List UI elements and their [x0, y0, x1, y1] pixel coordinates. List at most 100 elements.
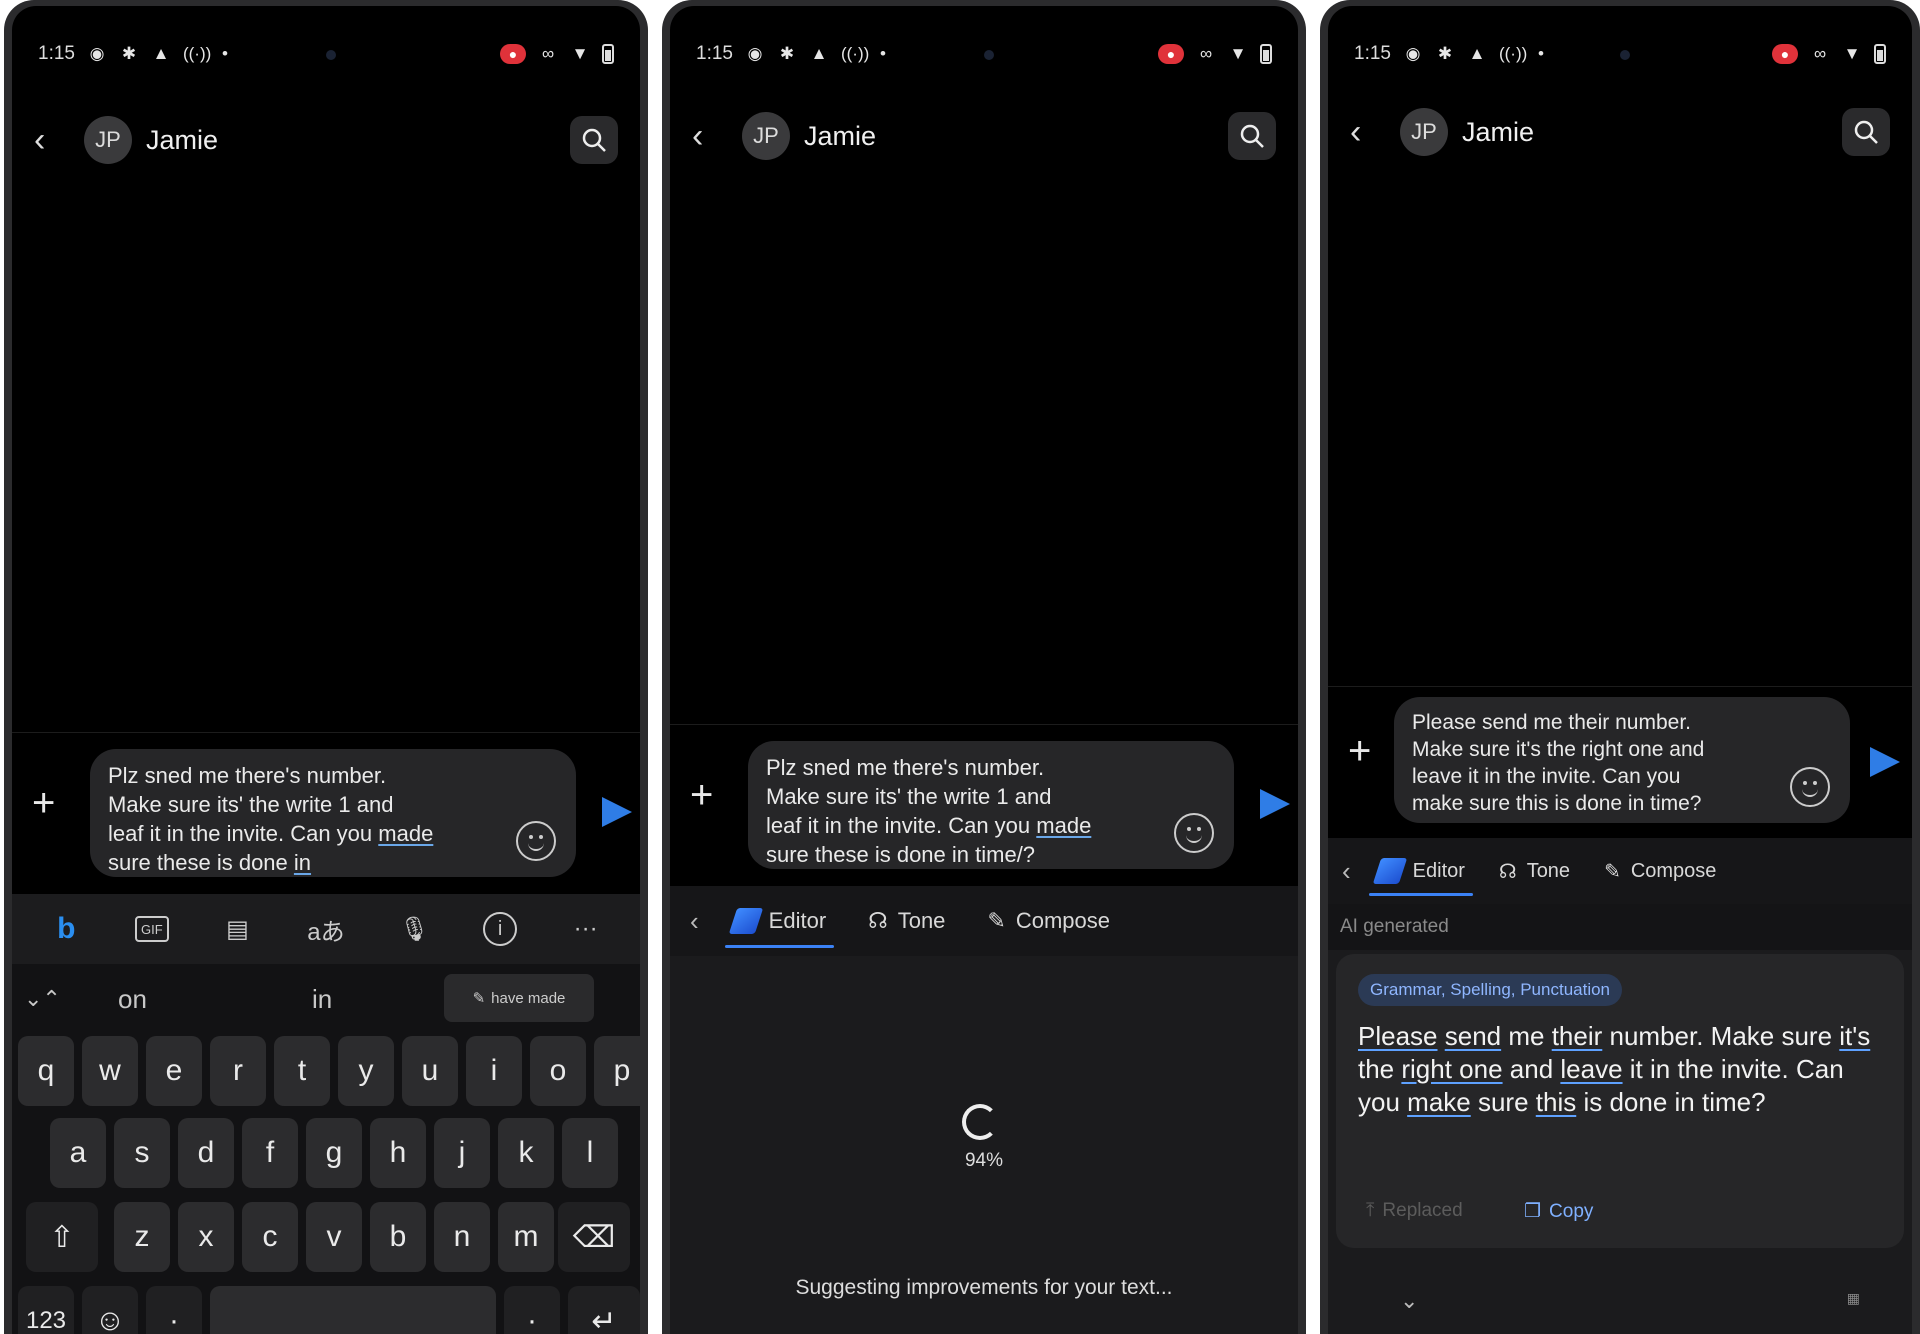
suggestion-word[interactable]: in: [312, 984, 332, 1015]
back-icon[interactable]: ‹: [1350, 115, 1390, 149]
microphone-icon[interactable]: 🎙︎: [395, 909, 435, 949]
key-h[interactable]: h: [370, 1118, 426, 1188]
search-button[interactable]: [570, 116, 618, 164]
clipboard-icon[interactable]: ▤: [217, 909, 257, 949]
contact-name[interactable]: Jamie: [1462, 117, 1534, 148]
tab-editor[interactable]: Editor: [724, 886, 835, 956]
suggestion-word[interactable]: on: [118, 984, 147, 1015]
search-button[interactable]: [1842, 108, 1890, 156]
phone-keyboard: 1:15 ◉ ✱ ▲ ((·)) • ● ∞ ▼ ‹ JP Jamie + Pl…: [4, 0, 648, 1334]
attach-plus-icon[interactable]: +: [690, 773, 713, 818]
backspace-key[interactable]: ⌫: [558, 1202, 630, 1272]
key-l[interactable]: l: [562, 1118, 618, 1188]
attach-plus-icon[interactable]: +: [32, 781, 55, 826]
attach-plus-icon[interactable]: +: [1348, 729, 1371, 774]
avatar[interactable]: JP: [84, 116, 132, 164]
replaced-button[interactable]: ⤒ Replaced: [1366, 1200, 1463, 1222]
back-icon[interactable]: ‹: [34, 123, 74, 157]
key-f[interactable]: f: [242, 1118, 298, 1188]
bing-icon[interactable]: b: [46, 909, 86, 949]
screen: 1:15 ◉ ✱ ▲ ((·)) • ● ∞ ▼ ‹ JP Jamie + Pl…: [670, 6, 1298, 1334]
back-icon[interactable]: ‹: [692, 119, 732, 153]
send-icon[interactable]: [602, 797, 632, 827]
recording-icon: ●: [1158, 44, 1184, 64]
loading-spinner: [962, 1104, 998, 1140]
key-u[interactable]: u: [402, 1036, 458, 1106]
dot-icon: •: [880, 44, 886, 63]
contact-name[interactable]: Jamie: [804, 121, 876, 152]
key-i[interactable]: i: [466, 1036, 522, 1106]
emoji-icon[interactable]: [1174, 813, 1214, 853]
app-bar: ‹ JP Jamie: [12, 110, 640, 170]
key-q[interactable]: q: [18, 1036, 74, 1106]
avatar[interactable]: JP: [742, 112, 790, 160]
editor-panel: 94% Suggesting improvements for your tex…: [670, 956, 1298, 1334]
editor-pen-icon: [728, 908, 763, 934]
emoji-key[interactable]: ☺: [82, 1286, 138, 1334]
key-x[interactable]: x: [178, 1202, 234, 1272]
message-input[interactable]: Plz sned me there's number. Make sure it…: [748, 741, 1234, 869]
message-input[interactable]: Please send me their number. Make sure i…: [1394, 697, 1850, 823]
key-g[interactable]: g: [306, 1118, 362, 1188]
copy-button[interactable]: ❐ Copy: [1524, 1200, 1593, 1223]
key-r[interactable]: r: [210, 1036, 266, 1106]
tab-tone[interactable]: ☊ Tone: [1491, 838, 1578, 904]
emoji-icon[interactable]: [1790, 767, 1830, 807]
space-key[interactable]: [210, 1286, 496, 1334]
translate-icon[interactable]: aあ: [306, 909, 346, 949]
camera-cutout: [326, 50, 336, 60]
key-m[interactable]: m: [498, 1202, 554, 1272]
key-s[interactable]: s: [114, 1118, 170, 1188]
enter-key[interactable]: ↵: [568, 1286, 640, 1334]
key-w[interactable]: w: [82, 1036, 138, 1106]
numbers-key[interactable]: 123: [18, 1286, 74, 1334]
ai-generated-label: AI generated: [1328, 904, 1912, 950]
send-icon[interactable]: [1870, 747, 1900, 777]
rewrite-suggestion-chip[interactable]: ✎ have made: [444, 974, 594, 1022]
tab-compose[interactable]: ✎ Compose: [1596, 838, 1724, 904]
keyboard-toolbar: b GIF ▤ aあ 🎙︎ i ···: [12, 894, 640, 964]
key-a[interactable]: a: [50, 1118, 106, 1188]
key-y[interactable]: y: [338, 1036, 394, 1106]
chevron-left-icon[interactable]: ‹: [1342, 856, 1351, 887]
key-t[interactable]: t: [274, 1036, 330, 1106]
key-o[interactable]: o: [530, 1036, 586, 1106]
corrected-text[interactable]: Please send me their number. Make sure i…: [1358, 1020, 1878, 1119]
screen: 1:15 ◉ ✱ ▲ ((·)) • ● ∞ ▼ ‹ JP Jamie + Pl…: [1328, 6, 1912, 1334]
message-input[interactable]: Plz sned me there's number. Make sure it…: [90, 749, 576, 877]
camera-cutout: [1620, 50, 1630, 60]
punctuation-key[interactable]: ·: [504, 1286, 560, 1334]
key-v[interactable]: v: [306, 1202, 362, 1272]
collapse-icon[interactable]: ⌄⌃: [24, 986, 61, 1012]
key-z[interactable]: z: [114, 1202, 170, 1272]
info-icon[interactable]: i: [483, 912, 518, 946]
key-j[interactable]: j: [434, 1118, 490, 1188]
tab-compose[interactable]: ✎ Compose: [979, 886, 1118, 956]
keyboard-icon[interactable]: ▦: [1847, 1290, 1860, 1307]
contact-name[interactable]: Jamie: [146, 125, 218, 156]
key-n[interactable]: n: [434, 1202, 490, 1272]
gif-icon[interactable]: GIF: [134, 916, 169, 942]
app-bar: ‹ JP Jamie: [1328, 102, 1912, 162]
chevron-left-icon[interactable]: ‹: [690, 906, 699, 937]
pen-icon: ✎: [472, 990, 486, 1007]
key-c[interactable]: c: [242, 1202, 298, 1272]
key-p[interactable]: p: [594, 1036, 640, 1106]
avatar[interactable]: JP: [1400, 108, 1448, 156]
progress-label: 94%: [964, 1150, 1004, 1171]
mic-key[interactable]: ·: [146, 1286, 202, 1334]
more-icon[interactable]: ···: [566, 909, 606, 949]
key-d[interactable]: d: [178, 1118, 234, 1188]
chevron-down-icon[interactable]: ⌄: [1400, 1288, 1418, 1314]
shift-key[interactable]: ⇧: [26, 1202, 98, 1272]
key-b[interactable]: b: [370, 1202, 426, 1272]
key-e[interactable]: e: [146, 1036, 202, 1106]
screen: 1:15 ◉ ✱ ▲ ((·)) • ● ∞ ▼ ‹ JP Jamie + Pl…: [12, 6, 640, 1334]
emoji-icon[interactable]: [516, 821, 556, 861]
search-button[interactable]: [1228, 112, 1276, 160]
tab-tone[interactable]: ☊ Tone: [860, 886, 953, 956]
key-k[interactable]: k: [498, 1118, 554, 1188]
keyboard: qwertyuiop asdfghjkl zxcvbnm ⇧ ⌫ 123 ☺ ·…: [12, 1034, 640, 1334]
tab-editor[interactable]: Editor: [1368, 838, 1474, 904]
send-icon[interactable]: [1260, 789, 1290, 819]
